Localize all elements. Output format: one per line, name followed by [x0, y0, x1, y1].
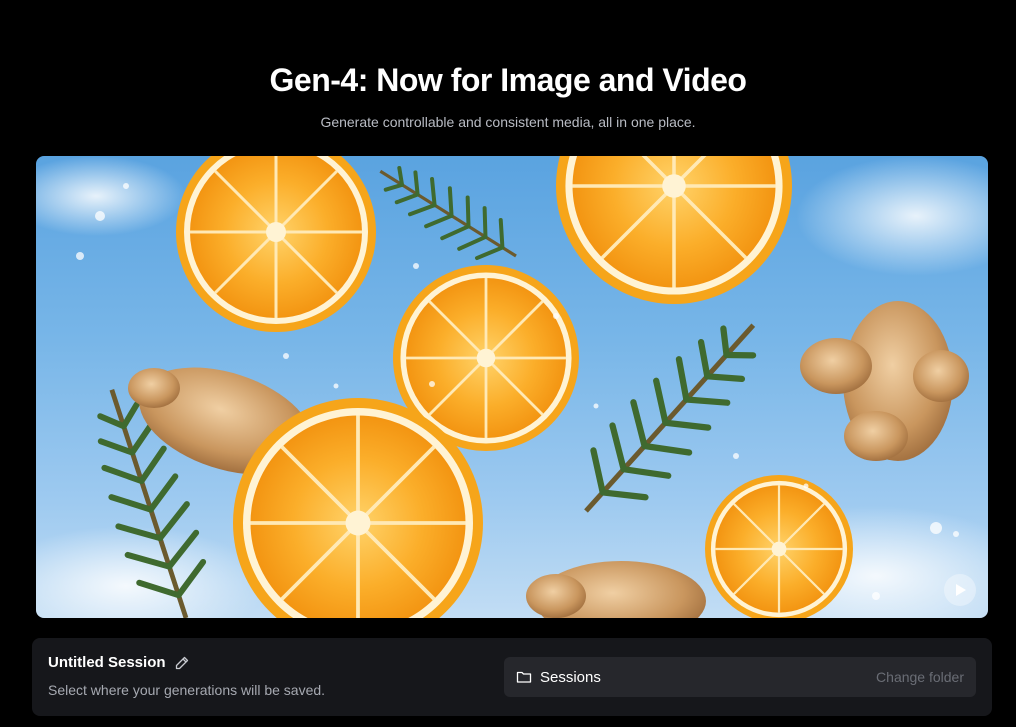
session-hint: Select where your generations will be sa…	[48, 682, 326, 698]
session-name-row: Untitled Session	[48, 654, 190, 671]
ginger-right	[800, 301, 969, 461]
showcase-scene	[36, 156, 988, 618]
page-subtitle: Generate controllable and consistent med…	[320, 114, 696, 130]
play-button[interactable]	[944, 574, 976, 606]
folder-label: Sessions	[540, 668, 601, 686]
session-name: Untitled Session	[48, 654, 166, 671]
folder-icon	[516, 669, 532, 685]
play-icon	[956, 584, 966, 596]
ginger-bottom	[526, 561, 706, 618]
session-panel: Untitled Session Select where your gener…	[32, 638, 992, 716]
change-folder-button[interactable]: Change folder	[876, 669, 964, 685]
page-title: Gen-4: Now for Image and Video	[269, 62, 747, 98]
pencil-icon[interactable]	[174, 655, 190, 671]
folder-picker[interactable]: Sessions Change folder	[504, 657, 976, 697]
showcase-video[interactable]	[36, 156, 988, 618]
